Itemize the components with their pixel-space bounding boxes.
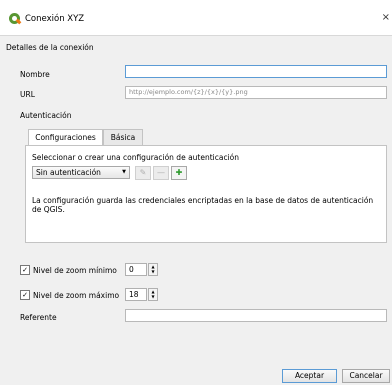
name-input[interactable]: [125, 65, 387, 78]
min-zoom-stepper[interactable]: ▲ ▼: [148, 263, 158, 276]
cancel-button[interactable]: Cancelar: [342, 369, 390, 383]
minus-icon: —: [157, 168, 165, 177]
referer-label: Referente: [20, 313, 57, 322]
auth-info-text: La configuración guarda las credenciales…: [32, 196, 374, 214]
referer-input[interactable]: [125, 309, 387, 322]
tab-basica[interactable]: Básica: [103, 129, 143, 145]
auth-config-combo[interactable]: Sin autenticación ▼: [32, 166, 130, 179]
plus-icon: ✚: [175, 168, 183, 177]
min-zoom-checkbox[interactable]: ✓: [20, 265, 30, 275]
accept-button[interactable]: Aceptar: [282, 369, 337, 383]
pencil-icon: ✎: [139, 168, 147, 177]
name-label: Nombre: [20, 70, 50, 79]
close-button[interactable]: ×: [382, 12, 390, 23]
min-zoom-label: Nivel de zoom mínimo: [33, 266, 117, 275]
title-bar: Conexión XYZ ×: [0, 0, 392, 36]
window-title: Conexión XYZ: [25, 14, 85, 24]
auth-config-value: Sin autenticación: [36, 168, 101, 177]
add-config-button[interactable]: ✚: [171, 166, 187, 180]
max-zoom-checkbox[interactable]: ✓: [20, 290, 30, 300]
qgis-logo-icon: [9, 13, 20, 24]
url-input[interactable]: http://ejemplo.com/{z}/{x}/{y}.png: [125, 86, 387, 99]
auth-label: Autenticación: [20, 111, 72, 120]
group-title: Detalles de la conexión: [6, 43, 94, 52]
auth-select-prompt: Seleccionar o crear una configuración de…: [32, 153, 240, 162]
max-zoom-label: Nivel de zoom máximo: [33, 291, 120, 300]
min-zoom-spinbox[interactable]: 0: [125, 263, 147, 276]
tab-configuraciones[interactable]: Configuraciones: [28, 129, 103, 146]
max-zoom-stepper[interactable]: ▲ ▼: [148, 288, 158, 301]
url-label: URL: [20, 90, 35, 99]
edit-config-button[interactable]: ✎: [135, 166, 151, 180]
max-zoom-spinbox[interactable]: 18: [125, 288, 147, 301]
remove-config-button[interactable]: —: [153, 166, 169, 180]
chevron-down-icon: ▼: [122, 169, 126, 175]
